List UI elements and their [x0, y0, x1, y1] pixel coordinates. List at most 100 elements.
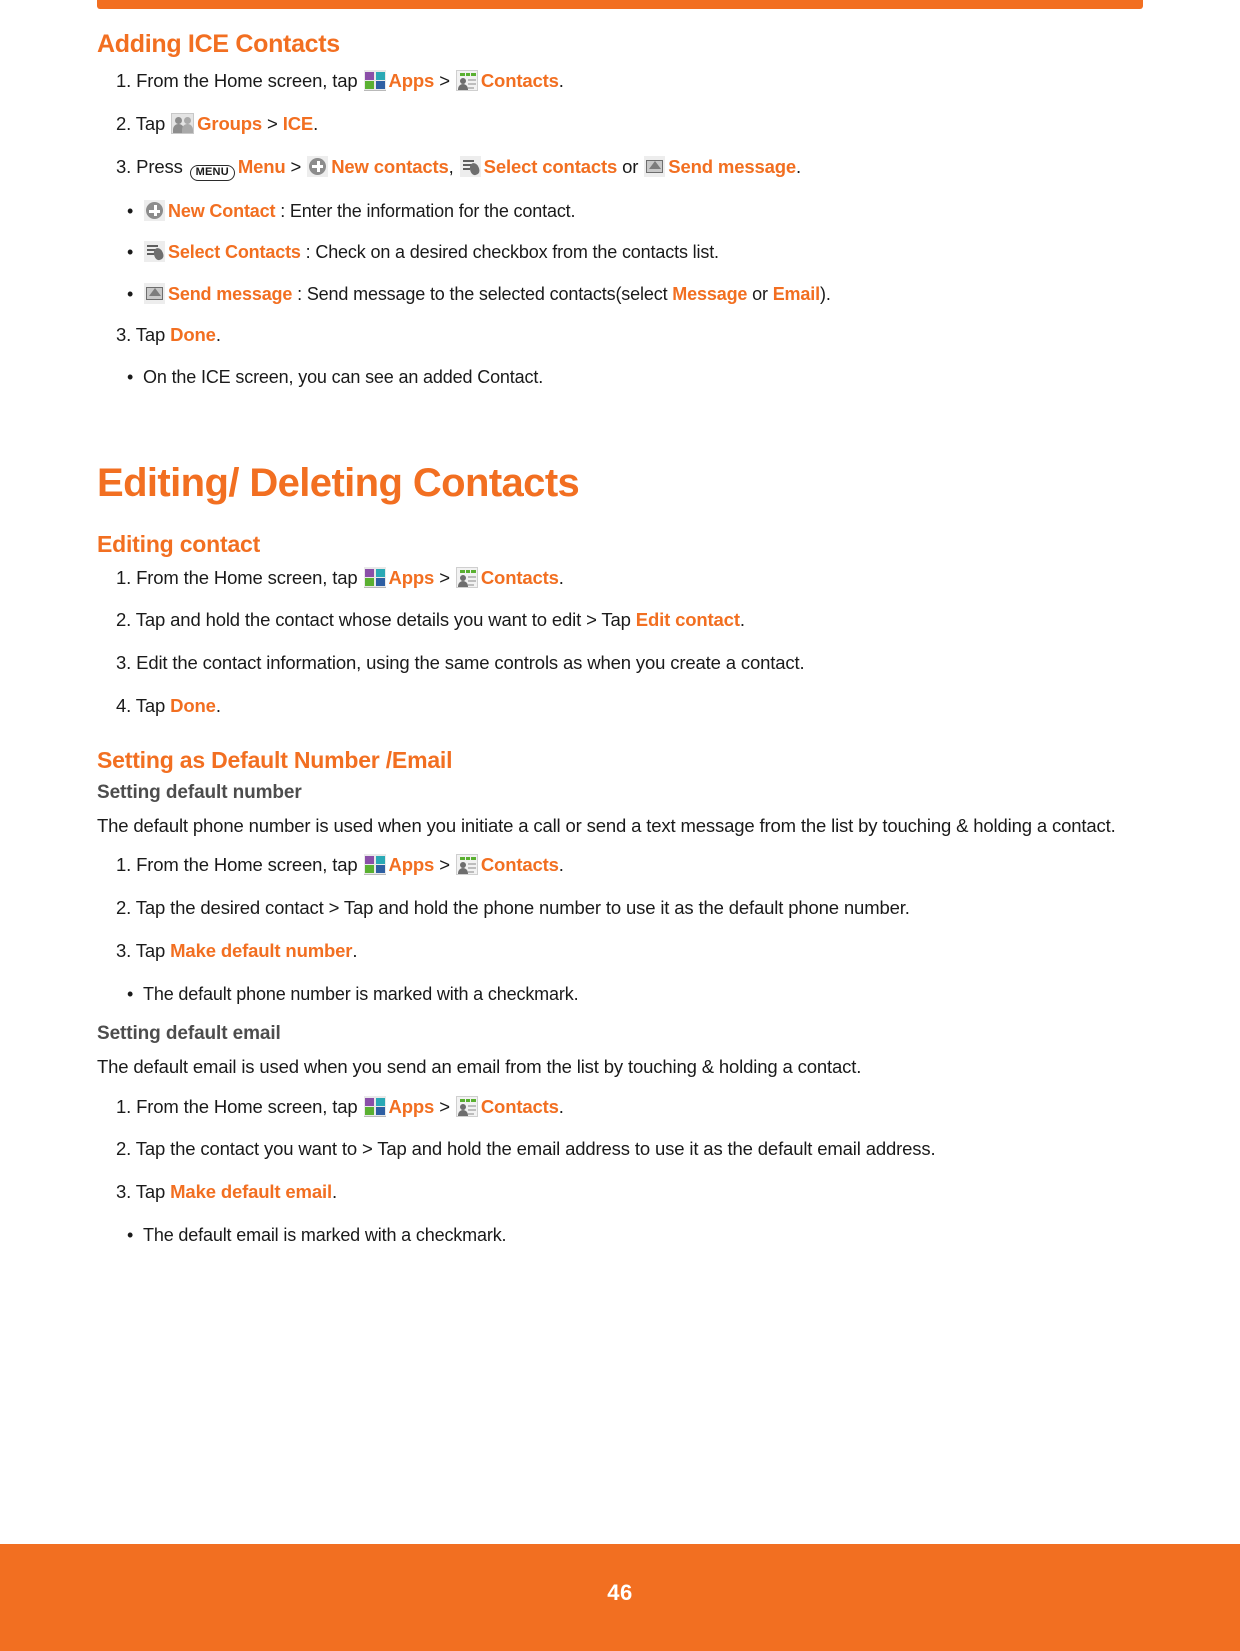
- step-text: Tap and hold the contact whose details y…: [135, 609, 636, 631]
- bullet-dot-icon: •: [127, 283, 134, 304]
- comma: ,: [448, 155, 459, 177]
- contacts-label[interactable]: Contacts: [481, 1096, 559, 1117]
- step-number: 1.: [116, 1095, 137, 1117]
- step-editing-contact-3: 3. Edit the contact information, using t…: [97, 651, 1143, 676]
- select-contacts-label[interactable]: Select Contacts: [168, 242, 301, 262]
- period: .: [558, 854, 564, 876]
- page-footer: 46: [0, 1544, 1240, 1651]
- apps-label[interactable]: Apps: [389, 70, 435, 91]
- contacts-card-icon: [455, 70, 478, 91]
- done-label[interactable]: Done: [170, 324, 216, 345]
- groups-people-icon: [171, 112, 195, 134]
- step-editing-contact-2: 2. Tap and hold the contact whose detail…: [97, 608, 1143, 633]
- contacts-card-icon: [455, 566, 478, 588]
- subsection-spacer: [97, 737, 1143, 747]
- step-default-email-1: 1. From the Home screen, tap Apps > Cont…: [97, 1095, 1143, 1120]
- bullet-default-email-checkmark: • The default email is marked with a chec…: [97, 1223, 1143, 1247]
- make-default-email-label[interactable]: Make default email: [170, 1181, 332, 1202]
- apps-label[interactable]: Apps: [389, 567, 435, 588]
- select-list-icon: [459, 155, 481, 177]
- apps-grid-icon: [363, 854, 386, 876]
- separator: >: [434, 566, 455, 588]
- apps-label[interactable]: Apps: [389, 1096, 435, 1117]
- period: .: [313, 112, 319, 134]
- step-adding-ice-done: 3. Tap Done.: [97, 323, 1143, 348]
- menu-label[interactable]: Menu: [238, 156, 286, 177]
- step-number: 1.: [116, 566, 137, 588]
- apps-grid-icon: [363, 566, 386, 588]
- period: .: [796, 155, 802, 177]
- paragraph-default-email: The default email is used when you send …: [97, 1055, 862, 1077]
- period: .: [739, 609, 745, 631]
- minor-title-setting-default-number: Setting default number: [97, 781, 302, 803]
- step-adding-ice-1: 1. From the Home screen, tap Apps > Cont…: [97, 69, 1143, 94]
- manual-page: Adding ICE Contacts 1. From the Home scr…: [0, 0, 1240, 1651]
- bullet-text: The default email is marked with a check…: [143, 1224, 507, 1245]
- bullet-dot-icon: •: [127, 367, 134, 388]
- done-label[interactable]: Done: [170, 695, 216, 716]
- email-label[interactable]: Email: [773, 284, 820, 304]
- groups-label[interactable]: Groups: [197, 113, 262, 134]
- contacts-card-icon: [455, 854, 478, 876]
- page-title-editing-deleting: Editing/ Deleting Contacts: [97, 460, 580, 505]
- step-text: Tap: [135, 1181, 171, 1203]
- or-word: or: [747, 283, 773, 304]
- contacts-label[interactable]: Contacts: [481, 70, 559, 91]
- bullet-text-b: ).: [819, 283, 831, 304]
- page-number: 46: [607, 1580, 633, 1605]
- separator: >: [262, 112, 283, 134]
- step-adding-ice-2: 2. Tap Groups > ICE.: [97, 112, 1143, 137]
- menu-hardkey-icon[interactable]: MENU: [189, 164, 235, 182]
- step-number: 4.: [116, 694, 136, 716]
- step-default-number-3: 3. Tap Make default number.: [97, 939, 1143, 964]
- period: .: [558, 70, 564, 91]
- step-number: 3.: [116, 155, 137, 177]
- apps-label[interactable]: Apps: [389, 854, 435, 875]
- new-contacts-label[interactable]: New contacts: [331, 156, 449, 177]
- send-message-label[interactable]: Send message: [168, 284, 292, 304]
- bullet-send-message: • Send message : Send message to the sele…: [97, 282, 1143, 306]
- message-label[interactable]: Message: [672, 284, 747, 304]
- step-editing-contact-4: 4. Tap Done.: [97, 694, 1143, 719]
- period: .: [558, 1095, 564, 1117]
- select-contacts-label[interactable]: Select contacts: [484, 156, 618, 177]
- minor-title-setting-default-email: Setting default email: [97, 1022, 281, 1044]
- step-default-number-1: 1. From the Home screen, tap Apps > Cont…: [97, 853, 1143, 878]
- separator: >: [434, 1095, 455, 1117]
- contacts-label[interactable]: Contacts: [481, 854, 559, 875]
- step-text: Edit the contact information, using the …: [136, 652, 805, 674]
- period: .: [352, 939, 358, 961]
- step-text: Tap: [135, 112, 171, 134]
- title-spacer: [97, 505, 1143, 531]
- step-number: 1.: [116, 854, 137, 876]
- bullet-text: On the ICE screen, you can see an added …: [143, 367, 544, 388]
- step-editing-contact-1: 1. From the Home screen, tap Apps > Cont…: [97, 566, 1143, 591]
- bullet-dot-icon: •: [127, 1224, 134, 1245]
- bullet-new-contact: • New Contact : Enter the information for…: [97, 199, 1143, 223]
- period: .: [215, 323, 221, 345]
- apps-grid-icon: [363, 70, 386, 91]
- step-number: 2.: [116, 609, 136, 631]
- separator: >: [285, 155, 307, 177]
- step-number: 2.: [116, 1138, 136, 1160]
- step-text: Press: [136, 155, 188, 177]
- step-number: 2.: [116, 897, 136, 919]
- step-number: 3.: [116, 323, 136, 345]
- plus-circle-icon: [144, 200, 165, 222]
- bullet-text: The default phone number is marked with …: [143, 983, 579, 1004]
- period: .: [215, 694, 221, 716]
- contacts-label[interactable]: Contacts: [481, 567, 559, 588]
- send-message-label[interactable]: Send message: [668, 156, 796, 177]
- edit-contact-label[interactable]: Edit contact: [636, 609, 740, 630]
- ice-label[interactable]: ICE: [283, 113, 314, 134]
- separator: >: [434, 854, 455, 876]
- bullet-text: : Enter the information for the contact.: [275, 201, 576, 222]
- bullet-text: : Check on a desired checkbox from the c…: [300, 242, 719, 263]
- make-default-number-label[interactable]: Make default number: [170, 940, 352, 961]
- step-number: 2.: [116, 112, 136, 134]
- period: .: [331, 1181, 337, 1203]
- new-contact-label[interactable]: New Contact: [168, 201, 276, 221]
- step-text: From the Home screen, tap: [136, 70, 363, 91]
- bullet-select-contacts: • Select Contacts : Check on a desired ch…: [97, 240, 1143, 264]
- step-text: From the Home screen, tap: [136, 854, 363, 876]
